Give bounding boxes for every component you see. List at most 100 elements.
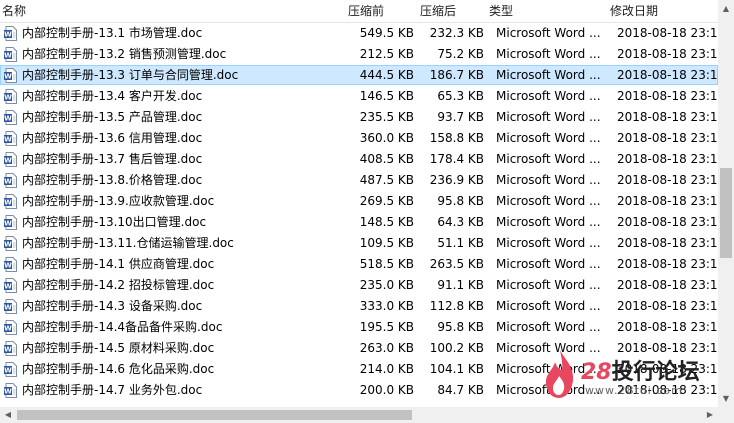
scroll-left-arrow-icon[interactable]: ◀ — [0, 407, 16, 423]
file-compressed-size: 95.8 KB — [437, 194, 484, 208]
svg-text:W: W — [4, 52, 12, 60]
vertical-scroll-thumb[interactable] — [720, 168, 732, 258]
svg-text:W: W — [4, 199, 12, 207]
file-row[interactable]: W 内部控制手册-14.1 供应商管理.doc 518.5 KB 263.5 KB Mi… — [0, 254, 718, 275]
file-compressed-size: 84.7 KB — [437, 383, 484, 397]
file-original-size: 333.0 KB — [359, 299, 414, 313]
file-compressed-size: 112.8 KB — [429, 299, 484, 313]
word-document-icon: W — [4, 383, 17, 398]
file-name: 内部控制手册-13.5 产品管理.doc — [22, 110, 203, 124]
file-row[interactable]: W 内部控制手册-13.8.价格管理.doc 487.5 KB 236.9 KB Mic… — [0, 170, 718, 191]
file-type: Microsoft Word ... — [496, 47, 601, 61]
column-header-compressed[interactable]: 压缩后 — [420, 0, 484, 22]
word-document-icon: W — [4, 278, 17, 293]
file-original-size: 109.5 KB — [359, 236, 414, 250]
file-type: Microsoft Word ... — [496, 278, 601, 292]
column-header-size[interactable]: 压缩前 — [348, 0, 414, 22]
word-document-icon: W — [4, 341, 17, 356]
file-modified-date: 2018-08-18 23:15 — [617, 68, 718, 82]
file-row[interactable]: W 内部控制手册-14.3 设备采购.doc 333.0 KB 112.8 KB Mic… — [0, 296, 718, 317]
scroll-down-arrow-icon[interactable]: ▼ — [718, 390, 734, 407]
file-compressed-size: 104.1 KB — [429, 362, 484, 376]
svg-text:W: W — [4, 304, 12, 312]
file-type: Microsoft Word ... — [496, 257, 601, 271]
file-modified-date: 2018-08-18 23:15 — [617, 89, 718, 103]
file-type: Microsoft Word ... — [496, 194, 601, 208]
file-row[interactable]: W 内部控制手册-13.4 客户开发.doc 146.5 KB 65.3 KB Micr… — [0, 86, 718, 107]
file-original-size: 487.5 KB — [359, 173, 414, 187]
file-original-size: 549.5 KB — [359, 26, 414, 40]
file-original-size: 195.5 KB — [359, 320, 414, 334]
file-original-size: 212.5 KB — [359, 47, 414, 61]
file-row[interactable]: W 内部控制手册-14.2 招投标管理.doc 235.0 KB 91.1 KB Mic… — [0, 275, 718, 296]
horizontal-scroll-thumb[interactable] — [17, 410, 412, 420]
column-header-bar: 名称 压缩前 压缩后 类型 修改日期 — [0, 0, 718, 23]
file-row[interactable]: W 内部控制手册-13.2 销售预测管理.doc 212.5 KB 75.2 KB Mi… — [0, 44, 718, 65]
file-modified-date: 2018-08-18 23:15 — [617, 383, 718, 397]
file-original-size: 444.5 KB — [359, 68, 414, 82]
word-document-icon: W — [4, 215, 17, 230]
column-header-name[interactable]: 名称 — [2, 0, 345, 22]
file-row[interactable]: W 内部控制手册-14.4备品备件采购.doc 195.5 KB 95.8 KB Mic… — [0, 317, 718, 338]
file-name: 内部控制手册-13.3 订单与合同管理.doc — [22, 68, 239, 82]
word-document-icon: W — [4, 131, 17, 146]
column-header-modified[interactable]: 修改日期 — [610, 0, 716, 22]
file-compressed-size: 93.7 KB — [437, 110, 484, 124]
file-name: 内部控制手册-13.4 客户开发.doc — [22, 89, 203, 103]
file-original-size: 235.0 KB — [359, 278, 414, 292]
file-type: Microsoft Word ... — [496, 215, 601, 229]
svg-text:W: W — [4, 157, 12, 165]
word-document-icon: W — [4, 362, 17, 377]
file-row[interactable]: W 内部控制手册-13.7 售后管理.doc 408.5 KB 178.4 KB Mic… — [0, 149, 718, 170]
scroll-up-arrow-icon[interactable]: ▲ — [718, 0, 734, 17]
svg-text:W: W — [4, 94, 12, 102]
file-name: 内部控制手册-13.6 信用管理.doc — [22, 131, 203, 145]
file-row[interactable]: W 内部控制手册-13.9.应收款管理.doc 269.5 KB 95.8 KB Mic… — [0, 191, 718, 212]
svg-text:W: W — [4, 178, 12, 186]
svg-text:W: W — [4, 346, 12, 354]
file-modified-date: 2018-08-18 23:15 — [617, 257, 718, 271]
column-header-type[interactable]: 类型 — [489, 0, 605, 22]
file-original-size: 146.5 KB — [359, 89, 414, 103]
file-name: 内部控制手册-13.2 销售预测管理.doc — [22, 47, 227, 61]
file-modified-date: 2018-08-18 23:15 — [617, 152, 718, 166]
file-row[interactable]: W 内部控制手册-13.11.仓储运输管理.doc 109.5 KB 51.1 KB M… — [0, 233, 718, 254]
file-type: Microsoft Word ... — [496, 383, 601, 397]
file-row[interactable]: W 内部控制手册-13.6 信用管理.doc 360.0 KB 158.8 KB Mic… — [0, 128, 718, 149]
file-name: 内部控制手册-13.11.仓储运输管理.doc — [22, 236, 234, 250]
file-row[interactable]: W 内部控制手册-14.6 危化品采购.doc 214.0 KB 104.1 KB Mi… — [0, 359, 718, 380]
file-name: 内部控制手册-14.6 危化品采购.doc — [22, 362, 215, 376]
file-name: 内部控制手册-13.9.应收款管理.doc — [22, 194, 215, 208]
svg-text:W: W — [4, 367, 12, 375]
file-original-size: 360.0 KB — [359, 131, 414, 145]
horizontal-scrollbar[interactable]: ◀ ▶ — [0, 407, 718, 423]
file-row[interactable]: W 内部控制手册-13.1 市场管理.doc 549.5 KB 232.3 KB Mic… — [0, 23, 718, 44]
svg-text:W: W — [4, 73, 12, 81]
file-modified-date: 2018-08-18 23:15 — [617, 299, 718, 313]
file-row[interactable]: W 内部控制手册-14.5 原材料采购.doc 263.0 KB 100.2 KB Mi… — [0, 338, 718, 359]
file-name: 内部控制手册-14.5 原材料采购.doc — [22, 341, 215, 355]
file-type: Microsoft Word ... — [496, 68, 601, 82]
word-document-icon: W — [4, 320, 17, 335]
file-original-size: 518.5 KB — [359, 257, 414, 271]
word-document-icon: W — [4, 68, 17, 83]
vertical-scrollbar[interactable]: ▲ ▼ — [718, 0, 734, 407]
svg-text:W: W — [4, 262, 12, 270]
file-name: 内部控制手册-14.1 供应商管理.doc — [22, 257, 215, 271]
file-compressed-size: 236.9 KB — [429, 173, 484, 187]
file-name: 内部控制手册-13.8.价格管理.doc — [22, 173, 203, 187]
file-modified-date: 2018-08-18 23:15 — [617, 26, 718, 40]
file-type: Microsoft Word ... — [496, 26, 601, 40]
file-row[interactable]: W 内部控制手册-13.3 订单与合同管理.doc 444.5 KB 186.7 KB… — [0, 65, 718, 86]
file-type: Microsoft Word ... — [496, 131, 601, 145]
scroll-right-arrow-icon[interactable]: ▶ — [702, 407, 718, 423]
file-row[interactable]: W 内部控制手册-14.7 业务外包.doc 200.0 KB 84.7 KB Micr… — [0, 380, 718, 401]
file-modified-date: 2018-08-18 23:15 — [617, 215, 718, 229]
word-document-icon: W — [4, 110, 17, 125]
file-modified-date: 2018-08-18 23:15 — [617, 173, 718, 187]
file-original-size: 148.5 KB — [359, 215, 414, 229]
file-row[interactable]: W 内部控制手册-13.10出口管理.doc 148.5 KB 64.3 KB Micr… — [0, 212, 718, 233]
file-type: Microsoft Word ... — [496, 362, 601, 376]
file-compressed-size: 51.1 KB — [437, 236, 484, 250]
file-row[interactable]: W 内部控制手册-13.5 产品管理.doc 235.5 KB 93.7 KB Micr… — [0, 107, 718, 128]
